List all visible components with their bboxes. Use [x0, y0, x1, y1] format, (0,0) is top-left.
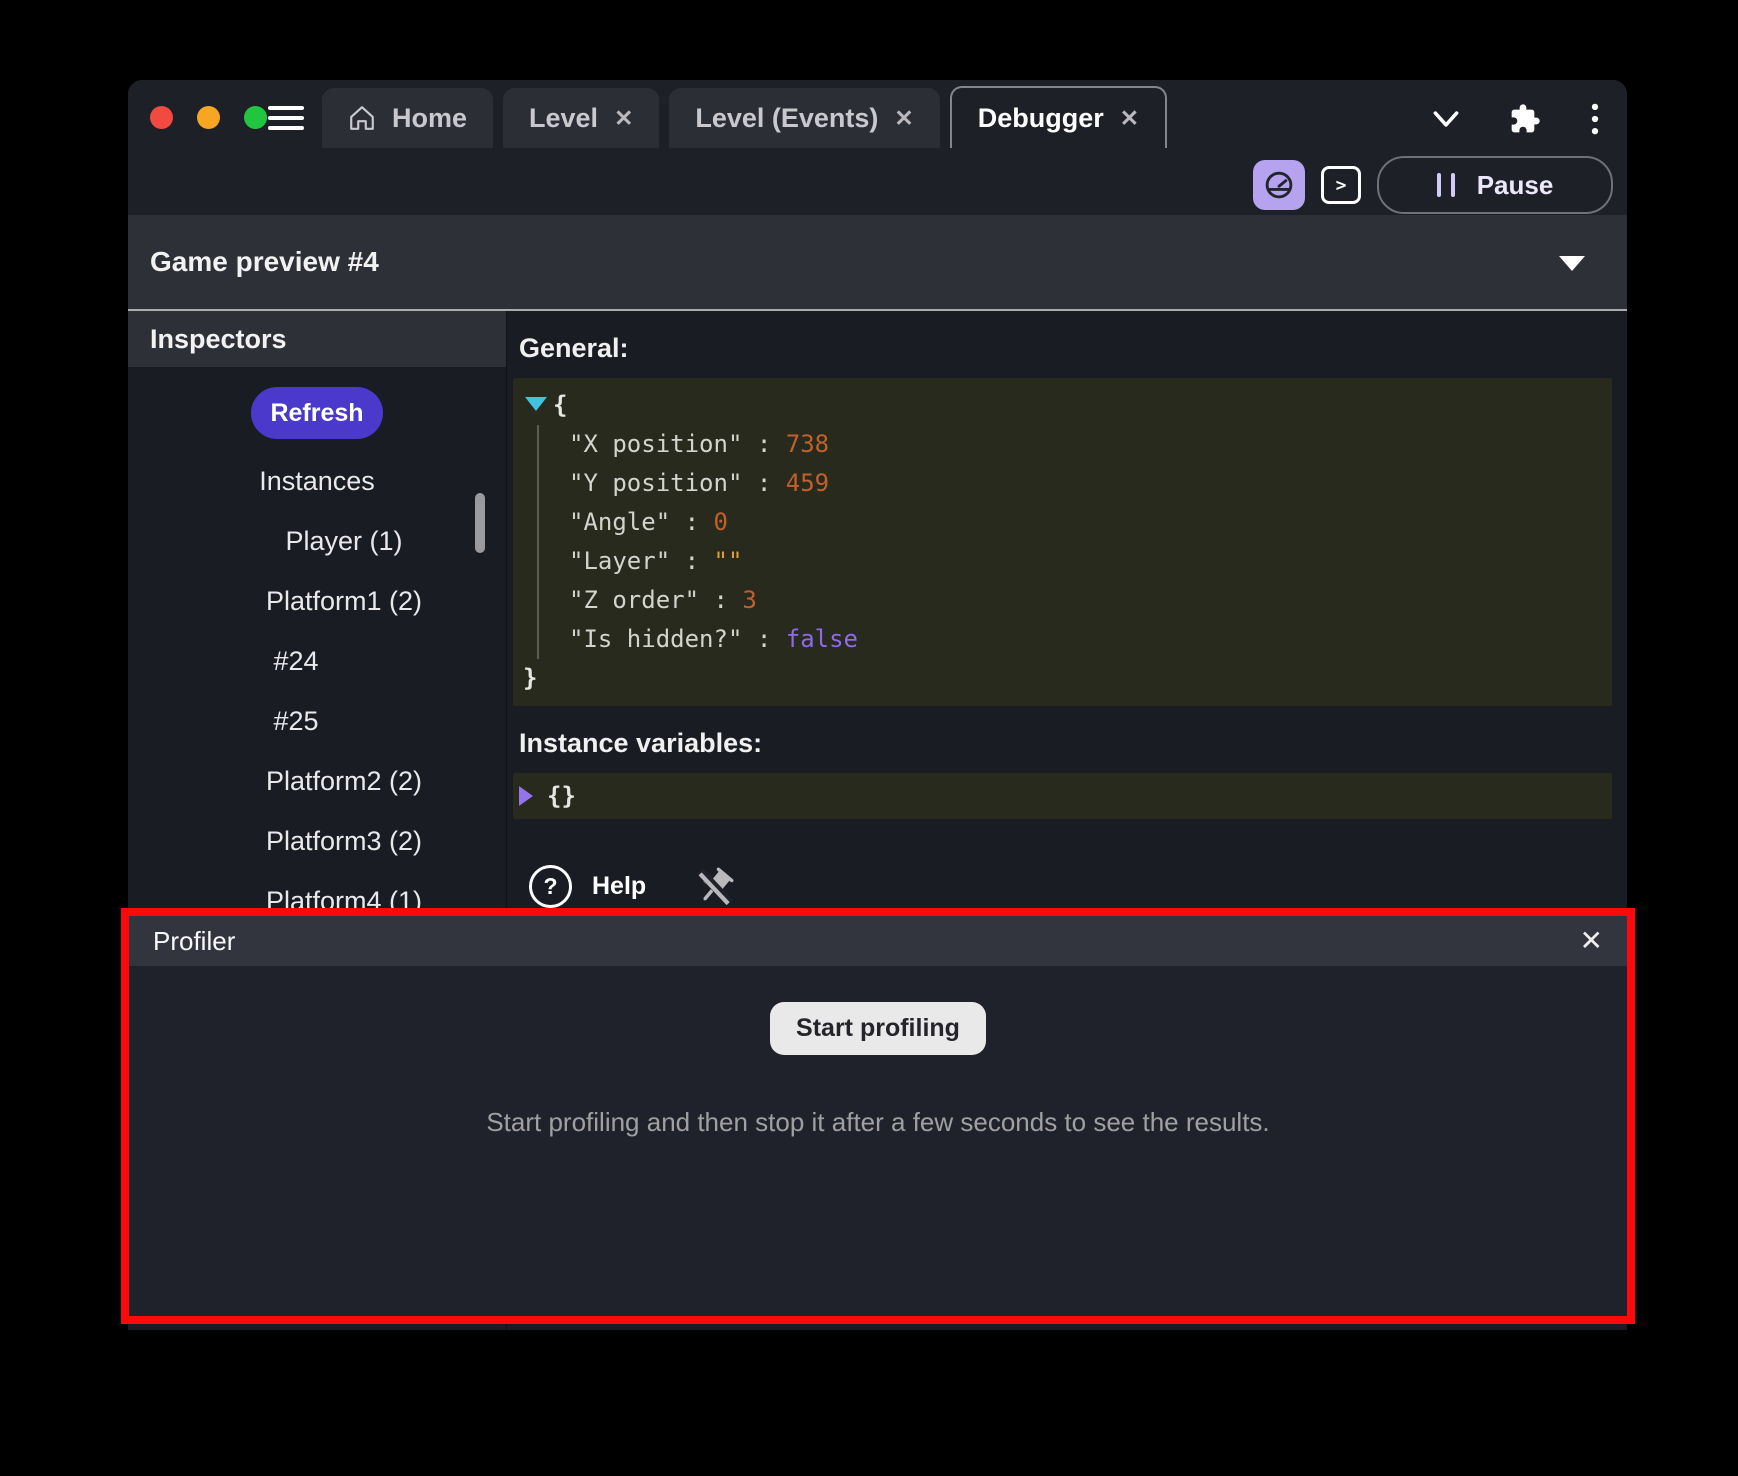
tree-item-platform3[interactable]: Platform3 (2) — [155, 811, 533, 871]
profiler-header: Profiler ✕ — [129, 916, 1627, 966]
maximize-window-button[interactable] — [244, 106, 267, 129]
json-line-z-order: "Z order" : 3 — [569, 581, 1602, 620]
tree-item-25[interactable]: #25 — [107, 691, 485, 751]
pin-off-icon[interactable] — [694, 866, 736, 908]
game-preview-title: Game preview #4 — [150, 246, 379, 278]
tab-level-events[interactable]: Level (Events) ✕ — [669, 88, 939, 148]
profiler-body: Start profiling Start profiling and then… — [129, 966, 1627, 1138]
sidebar-scrollbar[interactable] — [475, 493, 485, 553]
collapse-arrow-icon[interactable] — [525, 397, 547, 411]
json-value: 3 — [742, 581, 756, 620]
tab-level[interactable]: Level ✕ — [503, 88, 659, 148]
close-icon[interactable]: ✕ — [894, 107, 913, 130]
inspectors-title: Inspectors — [150, 324, 287, 355]
console-prompt-glyph: > — [1336, 175, 1347, 196]
close-window-button[interactable] — [150, 106, 173, 129]
help-row: ? Help — [513, 865, 1612, 908]
profiler-title: Profiler — [153, 926, 235, 957]
help-label: Help — [592, 872, 646, 901]
instance-variables-label: Instance variables: — [519, 728, 1612, 759]
json-line-is-hidden: "Is hidden?" : false — [569, 620, 1602, 659]
json-value: "" — [714, 542, 743, 581]
json-close-brace: } — [523, 659, 537, 698]
tree-item-instances[interactable]: Instances — [128, 451, 506, 511]
pause-icon — [1437, 173, 1455, 197]
profiler-hint-text: Start profiling and then stop it after a… — [486, 1107, 1269, 1138]
instances-tree: Instances Player (1) Platform1 (2) #24 #… — [128, 451, 506, 931]
close-icon[interactable]: ✕ — [1120, 107, 1139, 130]
general-json-view: { "X position" : 738 "Y position" : 459 … — [513, 378, 1612, 706]
json-value: false — [786, 620, 858, 659]
help-button[interactable]: ? Help — [529, 865, 646, 908]
json-value: 459 — [786, 464, 829, 503]
profiler-panel: Profiler ✕ Start profiling Start profili… — [121, 908, 1635, 1324]
hamburger-menu-icon[interactable] — [268, 106, 304, 130]
json-line-layer: "Layer" : "" — [569, 542, 1602, 581]
tab-label: Level (Events) — [695, 103, 878, 134]
tab-label: Debugger — [978, 103, 1104, 134]
json-line-y-position: "Y position" : 459 — [569, 464, 1602, 503]
tab-debugger[interactable]: Debugger ✕ — [950, 86, 1167, 148]
json-root-open: { — [523, 386, 1602, 425]
tree-item-platform2[interactable]: Platform2 (2) — [155, 751, 533, 811]
start-profiling-button[interactable]: Start profiling — [770, 1002, 986, 1055]
console-button[interactable]: > — [1321, 166, 1361, 204]
titlebar-actions — [1429, 102, 1603, 136]
close-icon[interactable]: ✕ — [1580, 927, 1603, 955]
general-section-label: General: — [519, 333, 1612, 364]
tab-home[interactable]: Home — [322, 88, 493, 148]
instance-variables-view: {} — [513, 773, 1612, 819]
game-preview-header[interactable]: Game preview #4 — [128, 215, 1627, 311]
close-icon[interactable]: ✕ — [614, 107, 633, 130]
json-line-x-position: "X position" : 738 — [569, 425, 1602, 464]
app-window: Home Level ✕ Level (Events) ✕ Debugger ✕ — [128, 80, 1627, 1330]
json-value: 738 — [786, 425, 829, 464]
traffic-lights — [150, 106, 267, 129]
titlebar: Home Level ✕ Level (Events) ✕ Debugger ✕ — [128, 80, 1627, 148]
home-icon — [348, 104, 376, 132]
gauge-icon — [1264, 170, 1294, 200]
json-root-close: } — [523, 659, 1602, 698]
refresh-button[interactable]: Refresh — [251, 387, 383, 439]
pause-button[interactable]: Pause — [1377, 156, 1613, 214]
tab-label: Level — [529, 103, 598, 134]
chevron-down-icon[interactable] — [1429, 106, 1463, 132]
extensions-puzzle-icon[interactable] — [1509, 103, 1541, 135]
dropdown-caret-icon[interactable] — [1559, 256, 1585, 271]
question-mark-icon: ? — [529, 865, 572, 908]
profiler-toggle-button[interactable] — [1253, 160, 1305, 210]
inspectors-header: Inspectors — [128, 311, 506, 367]
json-open-brace: { — [553, 386, 567, 425]
kebab-menu-icon[interactable] — [1587, 102, 1603, 136]
instance-variables-value: {} — [547, 782, 576, 810]
tab-bar: Home Level ✕ Level (Events) ✕ Debugger ✕ — [322, 86, 1167, 148]
screenshot-canvas: Home Level ✕ Level (Events) ✕ Debugger ✕ — [0, 0, 1738, 1476]
tab-label: Home — [392, 103, 467, 134]
debugger-toolbar: > Pause — [128, 148, 1627, 215]
json-children: "X position" : 738 "Y position" : 459 "A… — [537, 425, 1602, 659]
pause-label: Pause — [1477, 170, 1554, 201]
json-value: 0 — [714, 503, 728, 542]
json-line-angle: "Angle" : 0 — [569, 503, 1602, 542]
tree-item-platform1[interactable]: Platform1 (2) — [155, 571, 533, 631]
tree-item-24[interactable]: #24 — [107, 631, 485, 691]
minimize-window-button[interactable] — [197, 106, 220, 129]
